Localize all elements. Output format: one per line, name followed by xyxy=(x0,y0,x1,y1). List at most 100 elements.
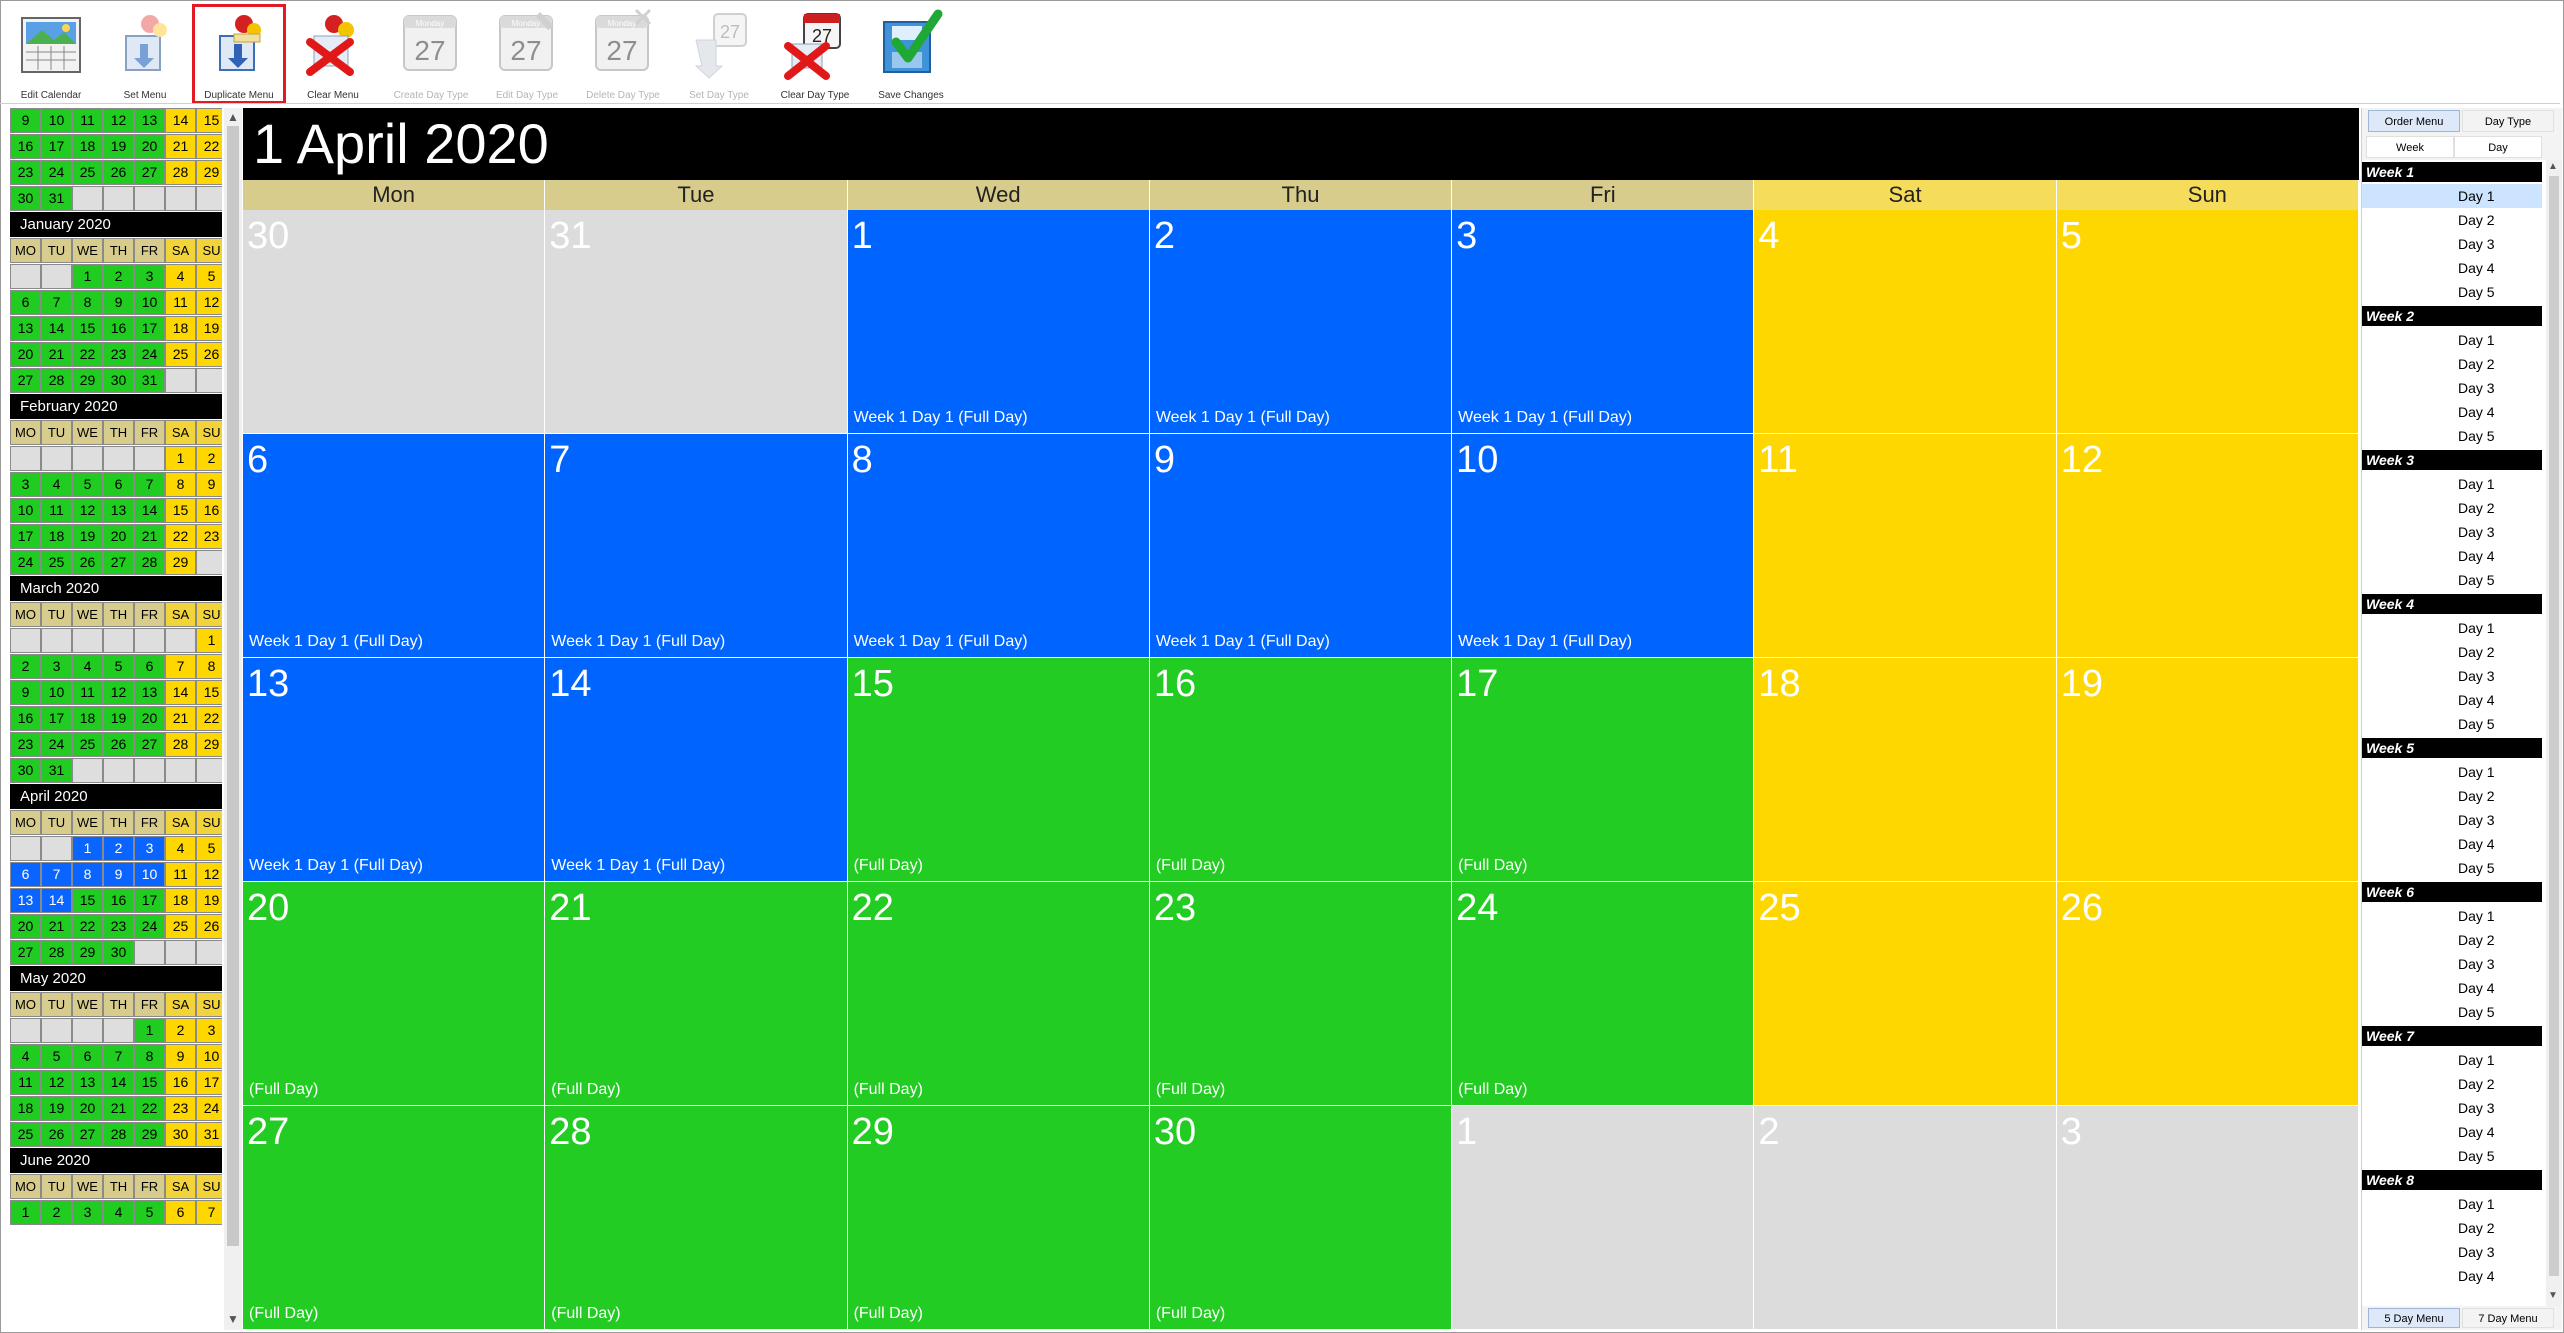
seven-day-menu-button[interactable]: 7 Day Menu xyxy=(2462,1308,2554,1328)
mini-day-cell[interactable]: 17 xyxy=(10,524,41,549)
mini-day-cell[interactable]: 23 xyxy=(10,732,41,757)
mini-day-cell[interactable]: 20 xyxy=(10,342,41,367)
week-day-item[interactable]: Day 1 xyxy=(2362,328,2542,352)
mini-day-cell[interactable]: 29 xyxy=(72,940,103,965)
week-day-item[interactable]: Day 5 xyxy=(2362,856,2542,880)
save-changes-button[interactable]: Save Changes xyxy=(864,4,958,104)
five-day-menu-button[interactable]: 5 Day Menu xyxy=(2368,1308,2460,1328)
calendar-day-cell[interactable]: 1 Week 1 Day 1 (Full Day) xyxy=(847,210,1150,434)
mini-day-cell[interactable]: 19 xyxy=(103,134,134,159)
mini-day-cell[interactable]: 7 xyxy=(134,472,165,497)
edit-calendar-button[interactable]: Edit Calendar xyxy=(4,4,98,104)
week-list-scrollbar[interactable]: ▲ ▼ xyxy=(2546,160,2562,1306)
mini-day-cell[interactable]: 20 xyxy=(10,914,41,939)
week-heading[interactable]: Week 5 xyxy=(2362,738,2542,758)
calendar-day-cell[interactable]: 1 xyxy=(1452,1106,1755,1330)
week-day-item[interactable]: Day 4 xyxy=(2362,1264,2542,1288)
mini-day-cell[interactable]: 26 xyxy=(41,1122,72,1147)
mini-day-cell[interactable]: 17 xyxy=(41,706,72,731)
mini-day-cell[interactable] xyxy=(41,836,72,861)
mini-day-cell[interactable]: 29 xyxy=(72,368,103,393)
scroll-down-arrow-icon[interactable]: ▼ xyxy=(227,1312,239,1326)
tab-order-menu[interactable]: Order Menu xyxy=(2368,110,2460,132)
mini-day-cell[interactable]: 31 xyxy=(41,186,72,211)
week-heading[interactable]: Week 7 xyxy=(2362,1026,2542,1046)
mini-day-cell[interactable]: 20 xyxy=(72,1096,103,1121)
week-day-item[interactable]: Day 3 xyxy=(2362,376,2542,400)
mini-day-cell[interactable] xyxy=(165,940,196,965)
mini-day-cell[interactable]: 30 xyxy=(165,1122,196,1147)
mini-day-cell[interactable]: 15 xyxy=(134,1070,165,1095)
mini-day-cell[interactable]: 5 xyxy=(72,472,103,497)
mini-day-cell[interactable]: 28 xyxy=(41,940,72,965)
mini-day-cell[interactable] xyxy=(103,186,134,211)
mini-day-cell[interactable]: 3 xyxy=(196,1018,222,1043)
mini-day-cell[interactable]: 20 xyxy=(134,134,165,159)
mini-day-cell[interactable]: 15 xyxy=(72,888,103,913)
week-day-item[interactable]: Day 3 xyxy=(2362,808,2542,832)
mini-day-cell[interactable]: 27 xyxy=(10,940,41,965)
mini-day-cell[interactable]: 10 xyxy=(41,108,72,133)
mini-day-cell[interactable]: 15 xyxy=(72,316,103,341)
mini-day-cell[interactable]: 8 xyxy=(72,862,103,887)
week-day-item[interactable]: Day 4 xyxy=(2362,400,2542,424)
mini-day-cell[interactable]: 25 xyxy=(10,1122,41,1147)
mini-day-cell[interactable]: 20 xyxy=(103,524,134,549)
mini-day-cell[interactable]: 27 xyxy=(72,1122,103,1147)
mini-day-cell[interactable] xyxy=(10,836,41,861)
mini-day-cell[interactable]: 21 xyxy=(41,914,72,939)
mini-day-cell[interactable]: 28 xyxy=(165,160,196,185)
mini-day-cell[interactable]: 8 xyxy=(196,654,222,679)
mini-day-cell[interactable]: 8 xyxy=(165,472,196,497)
mini-day-cell[interactable]: 3 xyxy=(134,264,165,289)
mini-day-cell[interactable] xyxy=(165,186,196,211)
mini-day-cell[interactable] xyxy=(41,628,72,653)
calendar-day-cell[interactable]: 31 xyxy=(545,210,848,434)
mini-day-cell[interactable]: 26 xyxy=(103,732,134,757)
mini-day-cell[interactable]: 9 xyxy=(103,862,134,887)
mini-day-cell[interactable]: 27 xyxy=(134,732,165,757)
mini-day-cell[interactable]: 11 xyxy=(165,862,196,887)
mini-day-cell[interactable]: 28 xyxy=(165,732,196,757)
clear-day-type-button[interactable]: 27 Clear Day Type xyxy=(768,4,862,104)
mini-day-cell[interactable]: 24 xyxy=(41,732,72,757)
mini-day-cell[interactable]: 12 xyxy=(72,498,103,523)
mini-day-cell[interactable]: 5 xyxy=(196,264,222,289)
mini-day-cell[interactable]: 1 xyxy=(72,836,103,861)
mini-day-cell[interactable]: 7 xyxy=(41,862,72,887)
calendar-day-cell[interactable]: 3 Week 1 Day 1 (Full Day) xyxy=(1452,210,1755,434)
mini-day-cell[interactable]: 10 xyxy=(41,680,72,705)
mini-day-cell[interactable]: 1 xyxy=(10,1200,41,1225)
mini-day-cell[interactable]: 12 xyxy=(103,108,134,133)
week-day-item[interactable]: Day 1 xyxy=(2362,1048,2542,1072)
mini-day-cell[interactable]: 21 xyxy=(165,134,196,159)
mini-day-cell[interactable]: 30 xyxy=(10,758,41,783)
calendar-day-cell[interactable]: 13 Week 1 Day 1 (Full Day) xyxy=(243,658,546,882)
tab-week[interactable]: Week xyxy=(2366,136,2454,158)
mini-day-cell[interactable]: 28 xyxy=(41,368,72,393)
mini-day-cell[interactable]: 14 xyxy=(165,108,196,133)
mini-day-cell[interactable]: 22 xyxy=(134,1096,165,1121)
tab-day-type[interactable]: Day Type xyxy=(2462,110,2554,132)
mini-day-cell[interactable]: 14 xyxy=(134,498,165,523)
week-day-item[interactable]: Day 5 xyxy=(2362,568,2542,592)
mini-day-cell[interactable]: 11 xyxy=(10,1070,41,1095)
mini-day-cell[interactable]: 11 xyxy=(41,498,72,523)
mini-day-cell[interactable]: 23 xyxy=(103,342,134,367)
mini-day-cell[interactable] xyxy=(72,628,103,653)
mini-day-cell[interactable]: 25 xyxy=(41,550,72,575)
mini-day-cell[interactable]: 19 xyxy=(72,524,103,549)
mini-day-cell[interactable]: 12 xyxy=(103,680,134,705)
mini-day-cell[interactable]: 1 xyxy=(72,264,103,289)
mini-day-cell[interactable]: 17 xyxy=(134,888,165,913)
week-day-item[interactable]: Day 1 xyxy=(2362,472,2542,496)
mini-day-cell[interactable]: 19 xyxy=(196,888,222,913)
calendar-day-cell[interactable]: 4 xyxy=(1754,210,2057,434)
mini-day-cell[interactable]: 10 xyxy=(10,498,41,523)
week-day-item[interactable]: Day 4 xyxy=(2362,544,2542,568)
mini-day-cell[interactable]: 6 xyxy=(165,1200,196,1225)
mini-calendar-scrollbar[interactable]: ▲ ▼ xyxy=(224,108,242,1330)
mini-day-cell[interactable]: 23 xyxy=(165,1096,196,1121)
mini-day-cell[interactable] xyxy=(165,758,196,783)
calendar-day-cell[interactable]: 3 xyxy=(2056,1106,2359,1330)
